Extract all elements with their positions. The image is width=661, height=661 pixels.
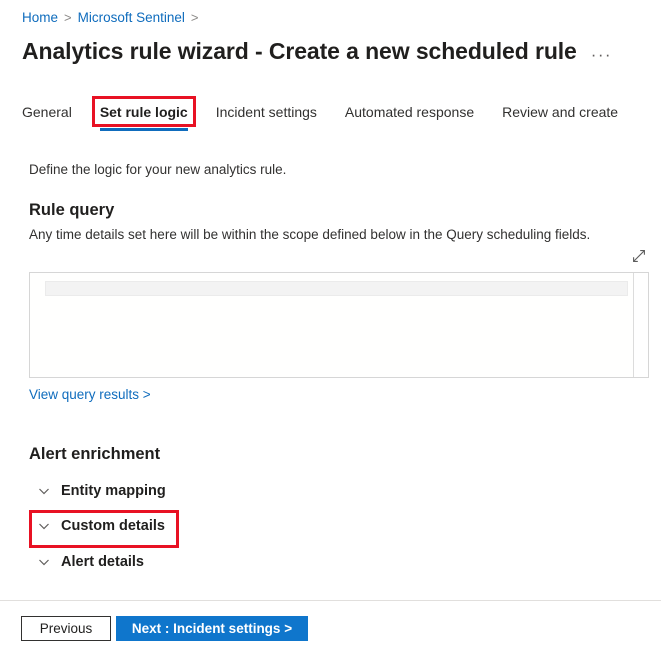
query-editor-scrollbar[interactable] bbox=[633, 273, 648, 377]
section-alert-details[interactable]: Alert details bbox=[36, 549, 144, 575]
footer-divider bbox=[0, 600, 661, 601]
section-label: Entity mapping bbox=[61, 483, 166, 499]
chevron-down-icon bbox=[36, 518, 52, 534]
section-entity-mapping[interactable]: Entity mapping bbox=[36, 478, 166, 504]
query-input[interactable] bbox=[45, 281, 628, 296]
chevron-down-icon bbox=[36, 483, 52, 499]
view-query-results-link[interactable]: View query results > bbox=[29, 386, 151, 404]
next-incident-settings-button[interactable]: Next : Incident settings > bbox=[116, 616, 308, 641]
rule-query-editor[interactable] bbox=[29, 272, 649, 378]
section-label: Alert details bbox=[61, 554, 144, 570]
intro-description: Define the logic for your new analytics … bbox=[29, 162, 287, 177]
rule-query-heading: Rule query bbox=[29, 201, 115, 219]
chevron-down-icon bbox=[36, 554, 52, 570]
section-label: Custom details bbox=[61, 518, 165, 534]
alert-enrichment-heading: Alert enrichment bbox=[29, 445, 161, 463]
expand-diagonal-icon[interactable] bbox=[631, 248, 647, 264]
wizard-content-panel: Define the logic for your new analytics … bbox=[0, 0, 661, 661]
rule-query-subtext: Any time details set here will be within… bbox=[29, 227, 591, 242]
previous-button[interactable]: Previous bbox=[21, 616, 111, 641]
section-custom-details[interactable]: Custom details bbox=[36, 513, 165, 539]
